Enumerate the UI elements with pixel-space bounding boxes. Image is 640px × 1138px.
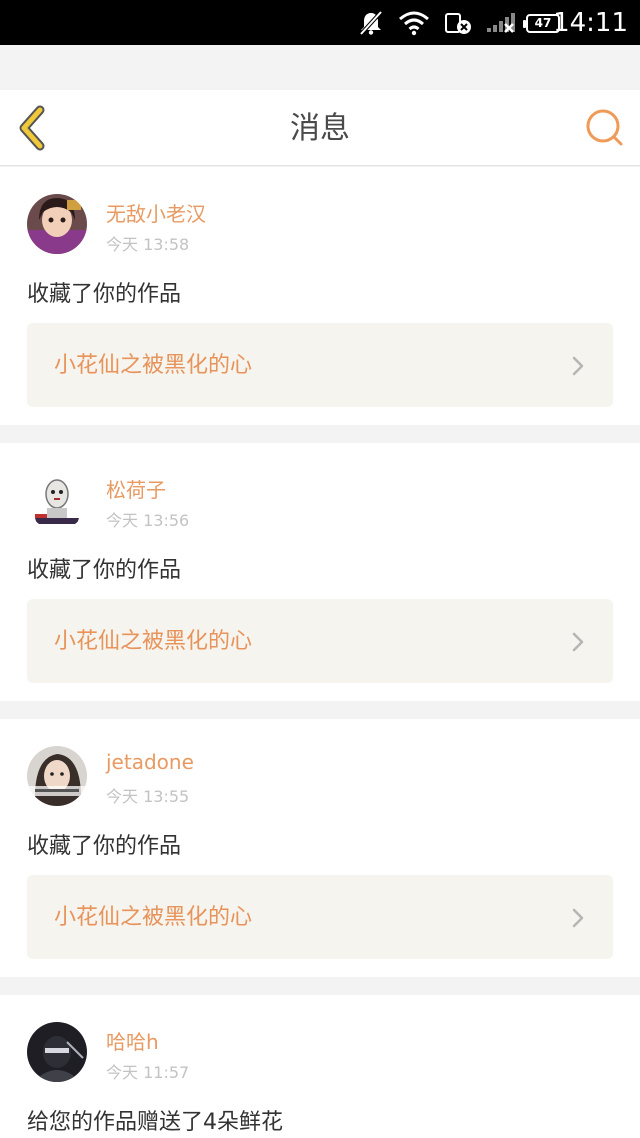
- action-text: 给您的作品赠送了4朵鲜花: [27, 1110, 283, 1135]
- chevron-right-icon: [572, 908, 584, 928]
- status-bar: 47 14:11: [0, 0, 640, 45]
- message-card: 哈哈h 今天 11:57 给您的作品赠送了4朵鲜花: [0, 995, 640, 1138]
- avatar[interactable]: [27, 746, 87, 806]
- chevron-right-icon: [572, 632, 584, 652]
- wifi-icon: [398, 0, 430, 45]
- chevron-right-icon: [572, 356, 584, 376]
- timestamp: 今天 11:57: [106, 1063, 190, 1082]
- action-text: 收藏了你的作品: [27, 558, 182, 583]
- action-text: 收藏了你的作品: [27, 834, 182, 859]
- work-title: 小花仙之被黑化的心: [54, 905, 253, 930]
- work-title: 小花仙之被黑化的心: [54, 353, 253, 378]
- work-link[interactable]: 小花仙之被黑化的心: [27, 323, 613, 407]
- username[interactable]: 松荷子: [106, 474, 166, 503]
- search-icon: [586, 109, 623, 146]
- top-spacer: [0, 45, 640, 90]
- work-link[interactable]: 小花仙之被黑化的心: [27, 599, 613, 683]
- timestamp: 今天 13:58: [106, 235, 190, 254]
- message-card: jetadone 今天 13:55 收藏了你的作品 小花仙之被黑化的心: [0, 719, 640, 977]
- search-button[interactable]: [584, 107, 626, 149]
- username[interactable]: 哈哈h: [106, 1026, 159, 1055]
- message-card: 松荷子 今天 13:56 收藏了你的作品 小花仙之被黑化的心: [0, 443, 640, 701]
- work-title: 小花仙之被黑化的心: [54, 629, 253, 654]
- avatar[interactable]: [27, 194, 87, 254]
- signal-icon: [486, 0, 520, 45]
- username[interactable]: jetadone: [106, 750, 194, 774]
- avatar[interactable]: [27, 1022, 87, 1082]
- top-nav-bar: 消息: [0, 90, 640, 166]
- bell-muted-icon: [358, 0, 384, 45]
- page-title: 消息: [290, 111, 350, 146]
- status-time: 14:11: [553, 8, 628, 38]
- work-link[interactable]: 小花仙之被黑化的心: [27, 875, 613, 959]
- username[interactable]: 无敌小老汉: [106, 198, 206, 227]
- message-card: 无敌小老汉 今天 13:58 收藏了你的作品 小花仙之被黑化的心: [0, 167, 640, 425]
- sim-error-icon: [444, 0, 474, 45]
- action-text: 收藏了你的作品: [27, 282, 182, 307]
- timestamp: 今天 13:56: [106, 511, 190, 530]
- timestamp: 今天 13:55: [106, 787, 190, 806]
- avatar[interactable]: [27, 470, 87, 530]
